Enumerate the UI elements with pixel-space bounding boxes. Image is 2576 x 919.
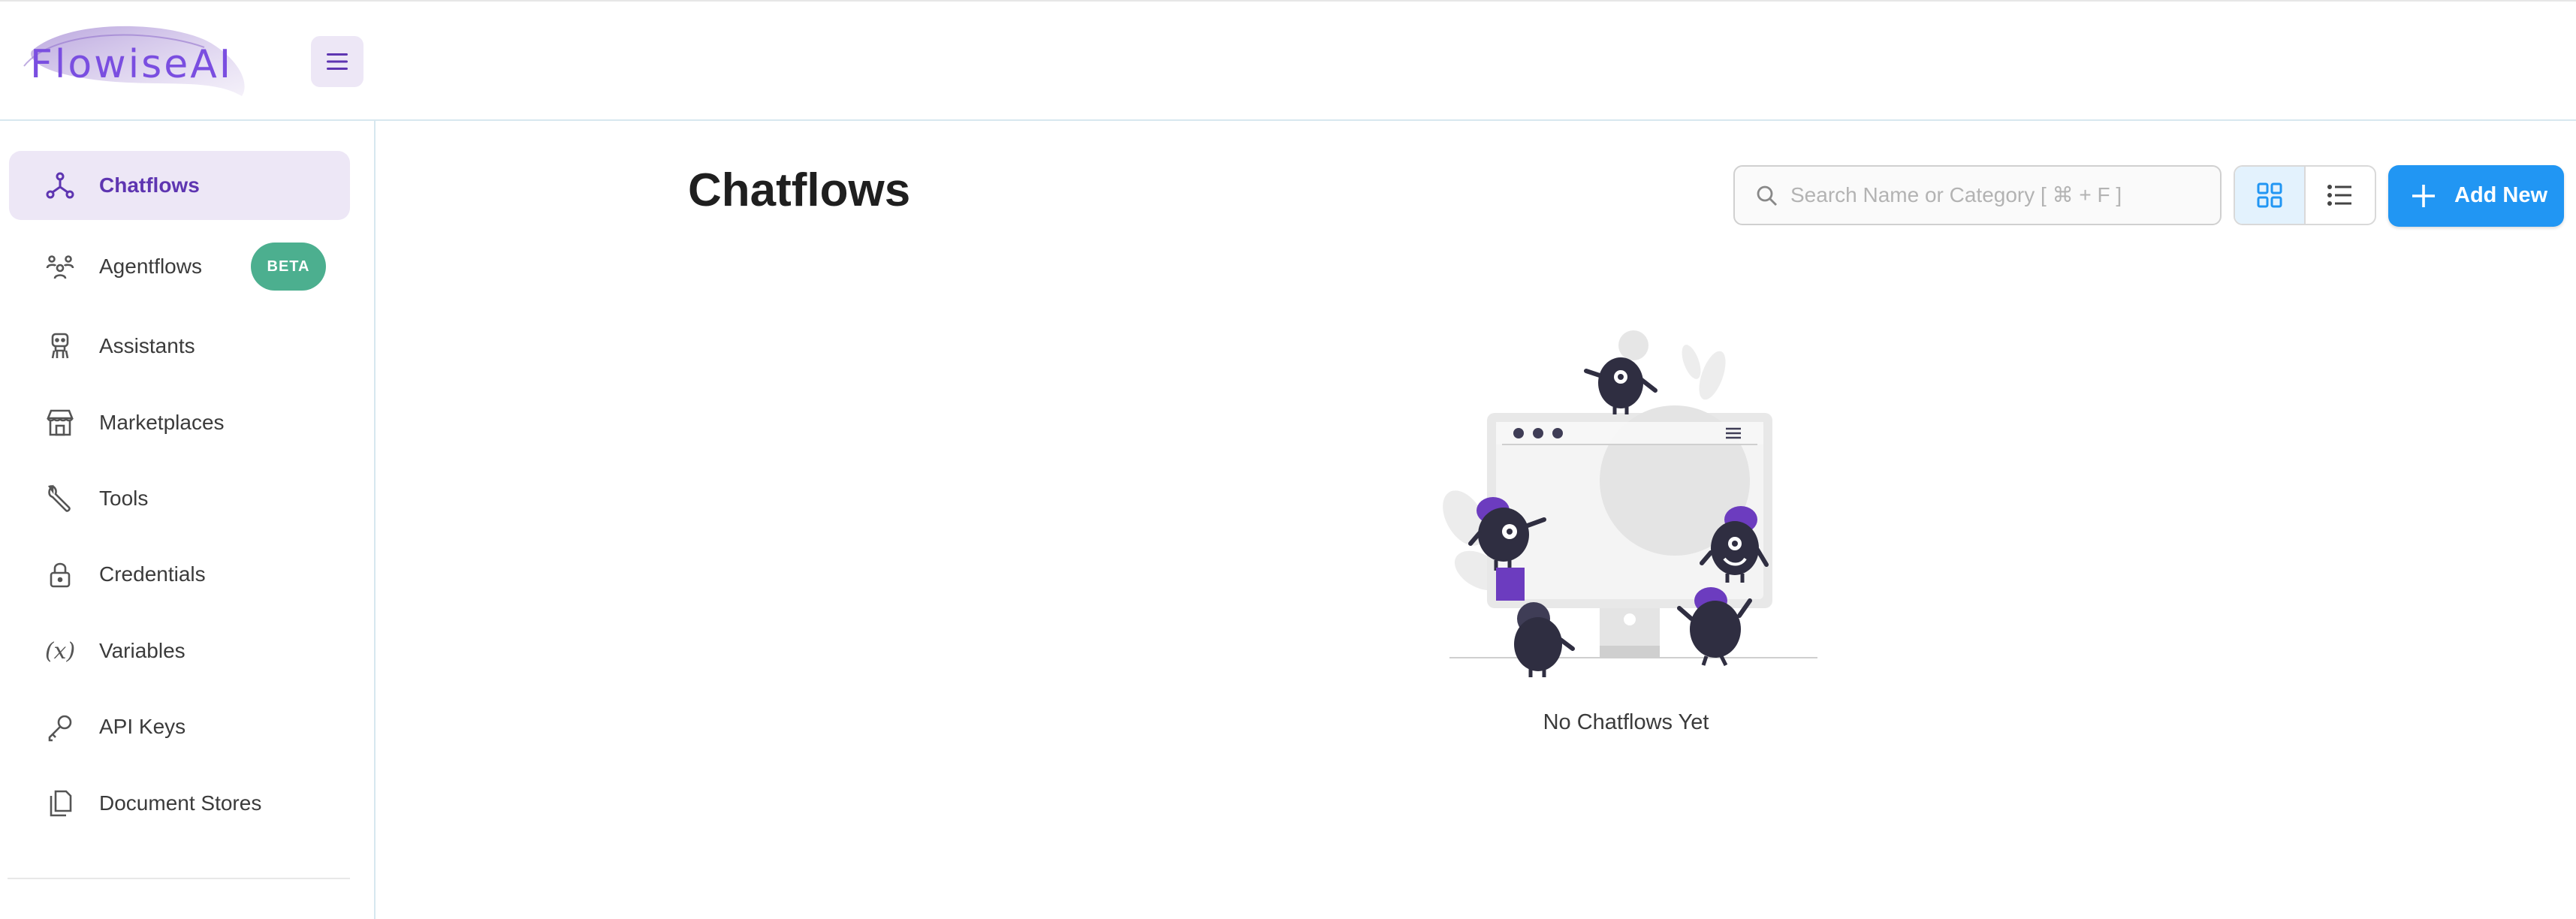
sidebar-item-label: Credentials bbox=[99, 562, 206, 586]
files-icon bbox=[44, 787, 77, 820]
list-view-button[interactable] bbox=[2306, 167, 2375, 224]
empty-state-illustration bbox=[1427, 330, 1832, 691]
sidebar-item-label: Agentflows bbox=[99, 255, 202, 278]
sidebar-item-chatflows[interactable]: Chatflows bbox=[9, 151, 350, 220]
sidebar-item-assistants[interactable]: Assistants bbox=[9, 312, 350, 381]
storefront-icon bbox=[44, 406, 77, 439]
sidebar-item-agentflows[interactable]: Agentflows BETA bbox=[9, 232, 350, 301]
logo-text: FlowiseAI bbox=[30, 42, 234, 87]
sidebar-item-marketplaces[interactable]: Marketplaces bbox=[9, 388, 350, 457]
users-group-icon bbox=[44, 250, 77, 283]
add-new-button[interactable]: Add New bbox=[2388, 165, 2564, 227]
hierarchy-icon bbox=[44, 169, 77, 202]
sidebar-item-tools[interactable]: Tools bbox=[9, 464, 350, 533]
search-box[interactable] bbox=[1733, 165, 2222, 225]
menu-toggle-button[interactable] bbox=[311, 36, 363, 87]
search-input[interactable] bbox=[1790, 177, 2211, 213]
view-toggle bbox=[2234, 165, 2376, 225]
sidebar-item-label: Chatflows bbox=[99, 173, 200, 197]
sidebar-divider bbox=[8, 878, 350, 879]
plus-icon bbox=[2412, 185, 2435, 207]
sidebar-item-variables[interactable]: (x) Variables bbox=[9, 616, 350, 685]
sidebar-item-label: Marketplaces bbox=[99, 411, 225, 434]
beta-badge: BETA bbox=[251, 243, 326, 291]
sidebar-item-document-stores[interactable]: Document Stores bbox=[9, 769, 350, 838]
wrench-icon bbox=[44, 482, 77, 515]
robot-icon bbox=[44, 330, 77, 363]
variable-icon: (x) bbox=[44, 637, 76, 664]
empty-chatflows-illustration-icon bbox=[1443, 330, 1817, 677]
sidebar-item-label: Tools bbox=[99, 487, 149, 510]
sidebar: Chatflows Agentflows BETA Assistants Mar… bbox=[0, 121, 376, 919]
sidebar-item-api-keys[interactable]: API Keys bbox=[9, 692, 350, 761]
sidebar-item-credentials[interactable]: Credentials bbox=[9, 540, 350, 609]
search-icon bbox=[1757, 185, 1777, 206]
lock-icon bbox=[44, 558, 77, 591]
sidebar-item-label: Document Stores bbox=[99, 791, 262, 815]
top-bar: FlowiseAI bbox=[0, 0, 2576, 121]
grid-icon bbox=[2257, 182, 2282, 208]
grid-view-button[interactable] bbox=[2235, 167, 2305, 224]
sidebar-item-label: Assistants bbox=[99, 334, 195, 357]
list-icon bbox=[2327, 185, 2351, 206]
add-new-label: Add New bbox=[2454, 183, 2548, 207]
flowise-logo[interactable]: FlowiseAI bbox=[17, 21, 255, 102]
empty-state-text: No Chatflows Yet bbox=[1543, 710, 1709, 734]
hamburger-icon bbox=[327, 53, 348, 70]
key-icon bbox=[44, 710, 77, 743]
page-title: Chatflows bbox=[688, 164, 911, 216]
sidebar-item-label: Variables bbox=[99, 639, 186, 662]
sidebar-item-label: API Keys bbox=[99, 715, 186, 738]
